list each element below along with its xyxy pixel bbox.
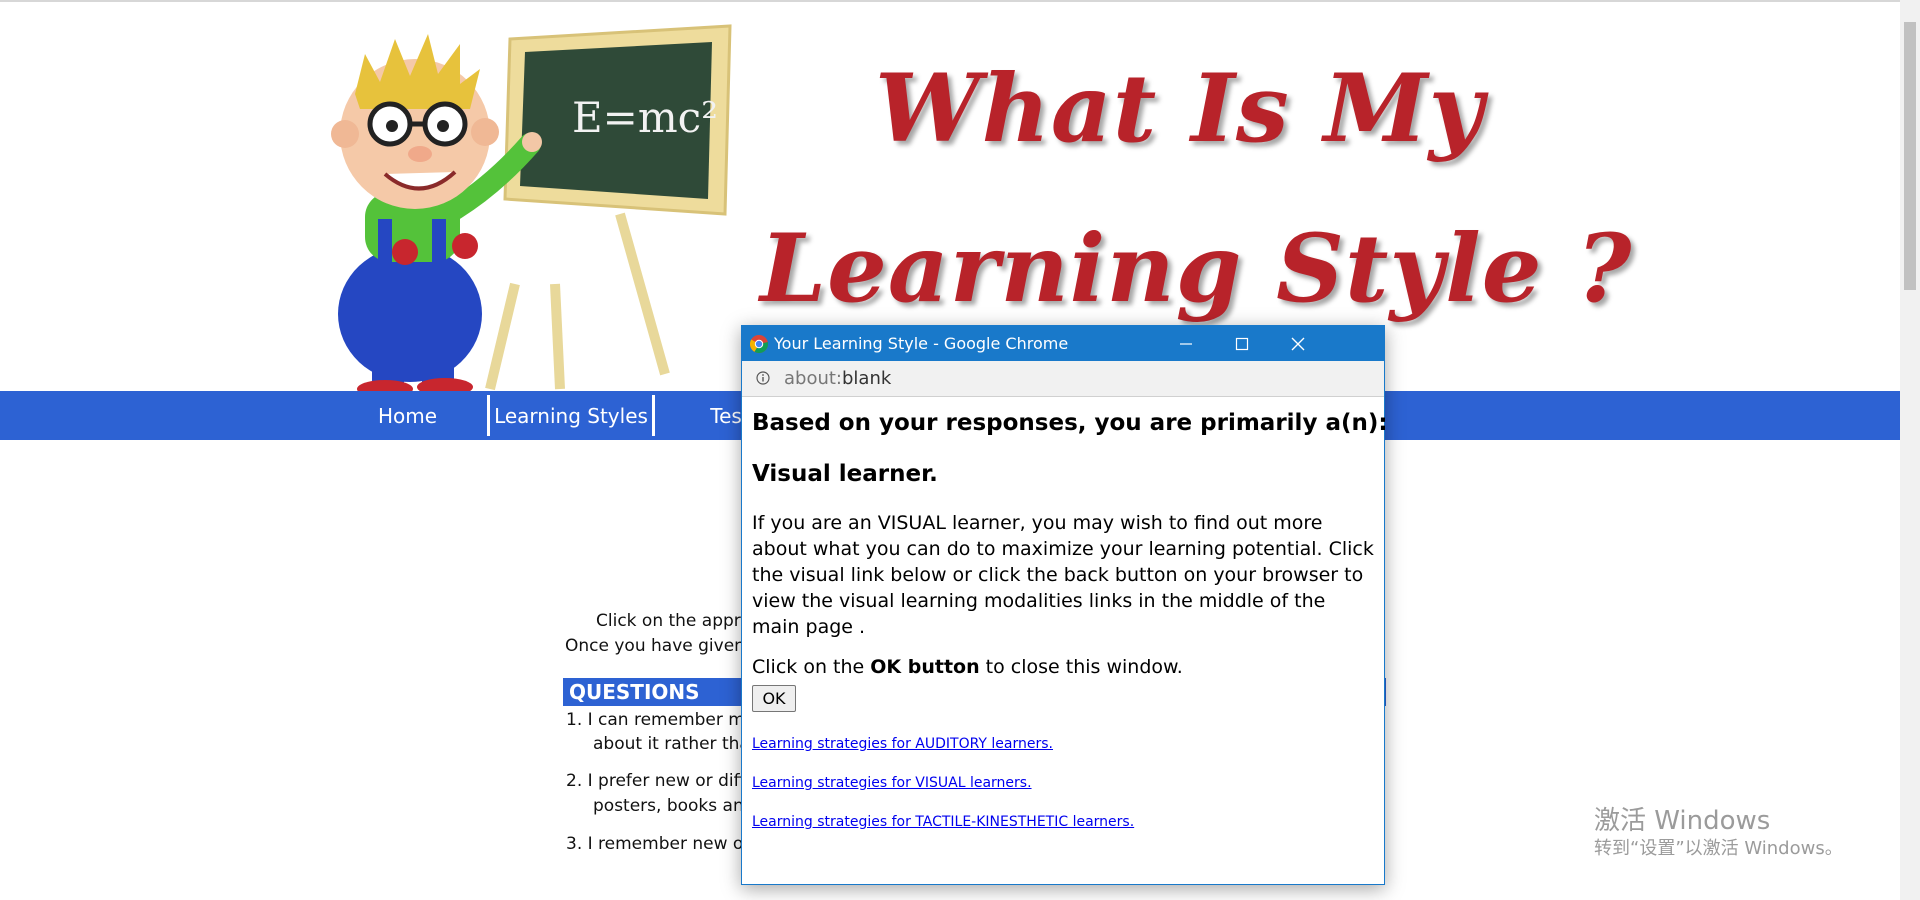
question-3-line1: 3. I remember new or: [566, 834, 751, 854]
nav-learning-styles[interactable]: Learning Styles: [492, 391, 650, 440]
question-1-line1: 1. I can remember mo: [566, 710, 756, 730]
nav-separator: [487, 395, 490, 436]
close-instruction-bold: OK button: [870, 656, 980, 678]
site-title-line1: What Is My: [875, 54, 1485, 164]
maximize-icon: [1235, 338, 1249, 351]
top-border: [0, 0, 1900, 2]
intro-text-line2: Once you have given a: [565, 636, 761, 656]
nav-home[interactable]: Home: [335, 391, 480, 440]
maximize-button[interactable]: [1214, 326, 1270, 361]
cartoon-boy-blackboard-image: E=mc²: [331, 24, 732, 394]
site-title-line2: Learning Style ?: [760, 214, 1633, 324]
close-button[interactable]: [1270, 326, 1326, 361]
nav-separator: [652, 395, 655, 436]
popup-window-title: Your Learning Style - Google Chrome: [774, 334, 1069, 353]
minimize-button[interactable]: [1158, 326, 1214, 361]
popup-window: Your Learning Style - Google Chrome abou…: [741, 325, 1388, 885]
address-url[interactable]: about:blank: [784, 361, 891, 396]
address-path: blank: [842, 368, 892, 389]
windows-activation-watermark-subtitle: 转到“设置”以激活 Windows。: [1594, 838, 1843, 859]
intro-text-line1: Click on the approp: [596, 611, 762, 631]
question-1-line2: about it rather than: [593, 734, 761, 754]
popup-titlebar[interactable]: Your Learning Style - Google Chrome: [742, 326, 1384, 361]
question-2-line1: 2. I prefer new or diffi: [566, 771, 751, 791]
questions-header: QUESTIONS: [569, 680, 700, 704]
minimize-icon: [1180, 343, 1192, 345]
question-2-line2: posters, books and: [593, 796, 755, 816]
close-instruction: Click on the OK button to close this win…: [752, 656, 1183, 678]
link-auditory-strategies[interactable]: Learning strategies for AUDITORY learner…: [752, 736, 1053, 752]
close-instruction-suffix: to close this window.: [979, 656, 1183, 678]
address-scheme: about:: [784, 368, 842, 389]
result-learner-type: Visual learner.: [752, 461, 938, 487]
blackboard-formula: E=mc²: [572, 93, 718, 142]
result-heading: Based on your responses, you are primari…: [752, 410, 1388, 436]
result-description: If you are an VISUAL learner, you may wi…: [752, 512, 1374, 638]
chrome-icon: [750, 335, 768, 353]
close-instruction-prefix: Click on the: [752, 656, 871, 678]
ok-button[interactable]: OK: [752, 685, 796, 712]
close-icon: [1291, 337, 1305, 351]
scrollbar-thumb[interactable]: [1904, 22, 1916, 290]
info-icon[interactable]: [756, 371, 770, 385]
windows-activation-watermark-title: 激活 Windows: [1594, 806, 1771, 836]
link-visual-strategies[interactable]: Learning strategies for VISUAL learners.: [752, 775, 1032, 791]
link-tactile-kinesthetic-strategies[interactable]: Learning strategies for TACTILE-KINESTHE…: [752, 814, 1134, 830]
address-bar[interactable]: about:blank: [742, 361, 1384, 397]
